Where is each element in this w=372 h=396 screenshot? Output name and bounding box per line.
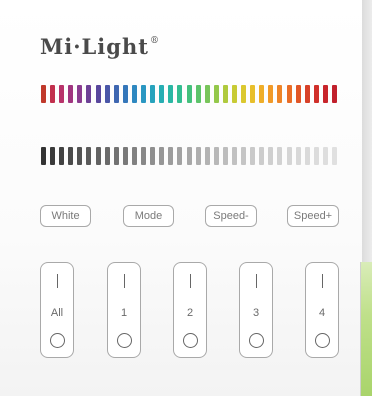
brightness-segment[interactable] bbox=[286, 147, 292, 165]
color-segment[interactable] bbox=[122, 85, 128, 103]
brightness-segment[interactable] bbox=[41, 147, 46, 165]
color-segment[interactable] bbox=[332, 85, 337, 103]
brightness-segment[interactable] bbox=[122, 147, 128, 165]
color-segment[interactable] bbox=[50, 85, 56, 103]
brightness-segment[interactable] bbox=[259, 147, 265, 165]
zone-all-button[interactable]: All bbox=[40, 262, 74, 358]
brightness-segment[interactable] bbox=[268, 147, 274, 165]
on-icon bbox=[256, 274, 257, 288]
brand-name: Mi·Light bbox=[40, 34, 149, 59]
color-segment[interactable] bbox=[304, 85, 310, 103]
brightness-segment[interactable] bbox=[186, 147, 192, 165]
off-icon bbox=[183, 333, 198, 348]
brightness-segment[interactable] bbox=[59, 147, 65, 165]
off-icon bbox=[50, 333, 65, 348]
color-segment[interactable] bbox=[322, 85, 328, 103]
zone-label: All bbox=[50, 307, 64, 319]
brightness-segment[interactable] bbox=[322, 147, 328, 165]
background-object bbox=[360, 262, 372, 396]
color-segment[interactable] bbox=[131, 85, 137, 103]
brightness-segment[interactable] bbox=[195, 147, 201, 165]
zone-label: 3 bbox=[252, 307, 260, 319]
on-icon bbox=[124, 274, 125, 288]
brightness-segment[interactable] bbox=[68, 147, 74, 165]
color-segment[interactable] bbox=[113, 85, 119, 103]
color-segment[interactable] bbox=[313, 85, 319, 103]
brightness-segment[interactable] bbox=[104, 147, 110, 165]
zone-2-button[interactable]: 2 bbox=[173, 262, 207, 358]
zone-label: 4 bbox=[318, 307, 326, 319]
brightness-segment[interactable] bbox=[86, 147, 92, 165]
zone-label: 1 bbox=[120, 307, 128, 319]
color-segment[interactable] bbox=[259, 85, 265, 103]
color-segment[interactable] bbox=[268, 85, 274, 103]
color-segment[interactable] bbox=[204, 85, 210, 103]
color-segment[interactable] bbox=[231, 85, 237, 103]
color-segment[interactable] bbox=[150, 85, 156, 103]
brightness-segment[interactable] bbox=[250, 147, 256, 165]
color-segment[interactable] bbox=[277, 85, 283, 103]
speed-up-button[interactable]: Speed+ bbox=[287, 205, 339, 227]
brightness-segment[interactable] bbox=[231, 147, 237, 165]
color-segment[interactable] bbox=[68, 85, 74, 103]
brightness-segment[interactable] bbox=[304, 147, 310, 165]
color-segment[interactable] bbox=[168, 85, 174, 103]
zone-1-button[interactable]: 1 bbox=[107, 262, 141, 358]
off-icon bbox=[249, 333, 264, 348]
color-segment[interactable] bbox=[86, 85, 92, 103]
brightness-segment[interactable] bbox=[113, 147, 119, 165]
off-icon bbox=[315, 333, 330, 348]
color-segment[interactable] bbox=[41, 85, 46, 103]
brightness-slider[interactable] bbox=[41, 147, 337, 165]
brightness-segment[interactable] bbox=[150, 147, 156, 165]
color-segment[interactable] bbox=[241, 85, 247, 103]
brightness-segment[interactable] bbox=[222, 147, 228, 165]
brightness-segment[interactable] bbox=[332, 147, 337, 165]
color-segment[interactable] bbox=[295, 85, 301, 103]
color-segment[interactable] bbox=[59, 85, 65, 103]
brightness-segment[interactable] bbox=[241, 147, 247, 165]
brand-logo: Mi·Light® bbox=[40, 34, 160, 59]
color-segment[interactable] bbox=[250, 85, 256, 103]
registered-mark: ® bbox=[149, 36, 160, 46]
color-segment[interactable] bbox=[222, 85, 228, 103]
color-segment[interactable] bbox=[77, 85, 83, 103]
brightness-segment[interactable] bbox=[77, 147, 83, 165]
on-icon bbox=[322, 274, 323, 288]
brightness-segment[interactable] bbox=[131, 147, 137, 165]
brightness-segment[interactable] bbox=[141, 147, 147, 165]
color-segment[interactable] bbox=[159, 85, 165, 103]
color-segment[interactable] bbox=[195, 85, 201, 103]
off-icon bbox=[117, 333, 132, 348]
brightness-segment[interactable] bbox=[50, 147, 56, 165]
speed-down-button[interactable]: Speed- bbox=[205, 205, 257, 227]
color-segment[interactable] bbox=[95, 85, 101, 103]
zone-label: 2 bbox=[186, 307, 194, 319]
brightness-segment[interactable] bbox=[295, 147, 301, 165]
white-button[interactable]: White bbox=[40, 205, 91, 227]
color-slider[interactable] bbox=[41, 85, 337, 103]
zone-4-button[interactable]: 4 bbox=[305, 262, 339, 358]
on-icon bbox=[57, 274, 58, 288]
brightness-segment[interactable] bbox=[277, 147, 283, 165]
color-segment[interactable] bbox=[286, 85, 292, 103]
brightness-segment[interactable] bbox=[204, 147, 210, 165]
color-segment[interactable] bbox=[186, 85, 192, 103]
brightness-segment[interactable] bbox=[313, 147, 319, 165]
color-segment[interactable] bbox=[213, 85, 219, 103]
brightness-segment[interactable] bbox=[177, 147, 183, 165]
brightness-segment[interactable] bbox=[95, 147, 101, 165]
zone-3-button[interactable]: 3 bbox=[239, 262, 273, 358]
brightness-segment[interactable] bbox=[213, 147, 219, 165]
color-segment[interactable] bbox=[104, 85, 110, 103]
brightness-segment[interactable] bbox=[168, 147, 174, 165]
color-segment[interactable] bbox=[177, 85, 183, 103]
mode-button[interactable]: Mode bbox=[123, 205, 174, 227]
color-segment[interactable] bbox=[141, 85, 147, 103]
brightness-segment[interactable] bbox=[159, 147, 165, 165]
on-icon bbox=[190, 274, 191, 288]
